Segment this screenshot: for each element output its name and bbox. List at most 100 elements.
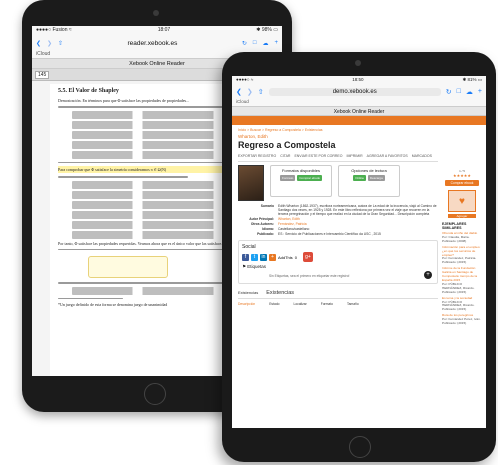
author-link[interactable]: Wharton, Edith [238, 134, 438, 139]
address-bar[interactable]: reader.xebook.es [69, 40, 236, 47]
book-cover-image[interactable] [238, 165, 264, 201]
text-line [58, 248, 231, 250]
holdings-table-header: Descripción Estado Localizar Formato Tam… [238, 302, 438, 306]
status-bar: ●●●●○ ≈ 18:50 ✱ 81% ▭ [232, 76, 486, 84]
battery-status: ✱ 81% ▭ [462, 77, 482, 82]
linkedin-icon[interactable]: in [260, 253, 267, 261]
formats-title: Formatos disponibles [281, 168, 321, 173]
formats-box: Formatos disponibles Formato Comprar ebo… [270, 165, 332, 197]
similar-item[interactable]: Informe de la Fundación Galicia en Santi… [442, 266, 482, 294]
similar-item-meta: Por: Claudia, María. Publicado: (2008) [442, 234, 470, 243]
meta-key: Publicado: [257, 232, 274, 236]
action-email[interactable]: ENVIAR ESTE POR CORREO [294, 154, 342, 158]
publisher-value: ES : Servicio de Publicaciones e Interca… [278, 232, 381, 236]
record-page: Inicio > Buscar > Regreso a Compostela >… [232, 125, 486, 325]
footnote-rule [58, 297, 123, 299]
home-button[interactable] [144, 383, 166, 405]
add-favorite-label[interactable]: Agregar [448, 214, 476, 218]
similar-item[interactable]: Información para el empleo: ¿en qué los … [442, 245, 482, 266]
share-icon[interactable]: ⇧ [58, 40, 63, 47]
column-header: Descripción [238, 302, 256, 306]
action-print[interactable]: IMPRIMIR [346, 154, 362, 158]
similar-item[interactable]: Ofrenda al niño del diablo Por: Claudia,… [442, 231, 482, 244]
tags-label: ⚑ Etiquetas [242, 264, 267, 269]
photo-stage: ●●●●○ Fusion ≈ 18:07 ✱ 98% ▭ ❮ ❯ ⇧ reade… [0, 0, 498, 465]
column-header: Estado [269, 302, 280, 306]
tags-label-text: Etiquetas [247, 264, 267, 269]
main-author-link[interactable]: Wharton, Edith [278, 217, 438, 221]
status-bar: ●●●●○ Fusion ≈ 18:07 ✱ 98% ▭ [32, 26, 282, 35]
highlighted-formula [88, 256, 168, 278]
home-button[interactable] [349, 436, 371, 458]
front-tablet-screen: ●●●●○ ≈ 18:50 ✱ 81% ▭ ❮ ❯ ⇧ demo.xebook.… [232, 76, 486, 428]
reading-options-box: Opciones de lectura Online Descarga [338, 165, 400, 197]
facebook-icon[interactable]: f [242, 253, 249, 261]
text-line [58, 106, 231, 108]
new-tab-icon[interactable]: + [478, 88, 482, 95]
reload-icon[interactable]: ↻ [446, 88, 452, 96]
add-tag-button[interactable]: + [424, 271, 432, 279]
book-title: Regreso a Compostela [238, 140, 336, 150]
meta-key: Idioma: [262, 227, 274, 231]
back-arrow-icon[interactable]: ❮ [36, 40, 41, 47]
breadcrumb[interactable]: Inicio > Buscar > Regreso a Compostela >… [238, 128, 438, 132]
bookmarks-icon[interactable]: □ [457, 88, 461, 95]
cloud-tabs-icon[interactable]: ☁ [466, 88, 473, 96]
carrier-signal: ●●●●○ Fusion ≈ [36, 27, 72, 33]
other-authors-link[interactable]: Fernández, Patricia [278, 222, 438, 226]
forward-arrow-icon[interactable]: ❯ [47, 40, 52, 47]
bookmarks-icon[interactable]: □ [253, 40, 257, 46]
reload-icon[interactable]: ↻ [242, 40, 247, 47]
side-column: 1 / 5 ★★★★★ Comprar ebook ♥ Agregar EJEM… [442, 169, 482, 326]
main-column: Inicio > Buscar > Regreso a Compostela >… [238, 128, 438, 306]
similar-item-meta: Por: Fernández, Patricia. Publicado: (20… [442, 256, 477, 265]
google-plus-icon[interactable]: g+ [302, 252, 313, 262]
site-header-bar [232, 116, 486, 125]
meta-key: Autor Principal: [249, 217, 274, 221]
action-bookmarked[interactable]: MARCADOS [412, 154, 432, 158]
share-icon[interactable]: ⇧ [258, 88, 264, 96]
record-metadata: Sumario Edith Wharton (1862-1937), escri… [238, 204, 438, 236]
share-count: 0 [294, 254, 297, 260]
similar-item[interactable]: Es tema y la sociedad Por: PÚBLICO HERNÁ… [442, 296, 482, 313]
addthis-icon[interactable]: + [269, 253, 276, 261]
tags-note: Sin Etiquetas, sea el primero en etiquet… [269, 274, 350, 278]
formats-row: Formatos disponibles Formato Comprar ebo… [238, 165, 438, 201]
column-header: Tamaño [346, 302, 359, 306]
front-camera [355, 60, 361, 66]
social-panel: Social f t in + AddThis 0 g+ ⚑ Etiquetas… [238, 240, 438, 284]
addthis-label[interactable]: AddThis [278, 255, 293, 260]
buy-ebook-button[interactable]: Comprar ebook [297, 175, 322, 181]
favorite-heart-icon[interactable]: ♥ [448, 190, 476, 212]
tabs: Existencias Existencias [238, 290, 438, 299]
status-time: 18:07 [157, 27, 171, 33]
buy-ebook-side-button[interactable]: Comprar ebook [445, 180, 479, 186]
action-export[interactable]: EXPORTAR REGISTRO [238, 154, 276, 158]
column-header: Localizar [293, 302, 307, 306]
battery-status: ✱ 98% ▭ [256, 27, 278, 33]
address-bar[interactable]: demo.xebook.es [268, 87, 441, 96]
rating-stars[interactable]: ★★★★★ [442, 173, 482, 178]
back-arrow-icon[interactable]: ❮ [236, 88, 242, 96]
cloud-tabs-icon[interactable]: ☁ [262, 40, 268, 47]
page-number-field[interactable]: 145 [35, 70, 50, 79]
text-line [58, 176, 188, 178]
similar-item-title[interactable]: Informe de la Fundación Galicia en Santi… [442, 266, 482, 283]
read-online-button[interactable]: Online [353, 175, 366, 181]
icloud-label: iCloud [232, 99, 486, 106]
new-tab-icon[interactable]: + [274, 40, 278, 46]
twitter-icon[interactable]: t [251, 253, 258, 261]
format-button[interactable]: Formato [280, 175, 296, 181]
status-time: 18:50 [352, 77, 364, 82]
summary-text: Edith Wharton (1862-1937), escritora nor… [278, 204, 437, 216]
action-favorites[interactable]: AGREGAR A FAVORITOS [367, 154, 408, 158]
similar-item[interactable]: Ruta de los peregrinos Por: Fernández Pé… [442, 313, 482, 326]
meta-key: Otros Autores: [250, 222, 274, 226]
action-cite[interactable]: CITAR [280, 154, 290, 158]
download-button[interactable]: Descarga [367, 175, 385, 181]
browser-toolbar: ❮ ❯ ⇧ reader.xebook.es ↻ □ ☁ + [32, 35, 282, 51]
forward-arrow-icon[interactable]: ❯ [247, 88, 253, 96]
tab-holdings[interactable]: Existencias [238, 290, 258, 296]
page-title: Xebook Online Reader [232, 106, 486, 116]
record-actions: EXPORTAR REGISTRO CITAR ENVIAR ESTE POR … [238, 154, 438, 158]
